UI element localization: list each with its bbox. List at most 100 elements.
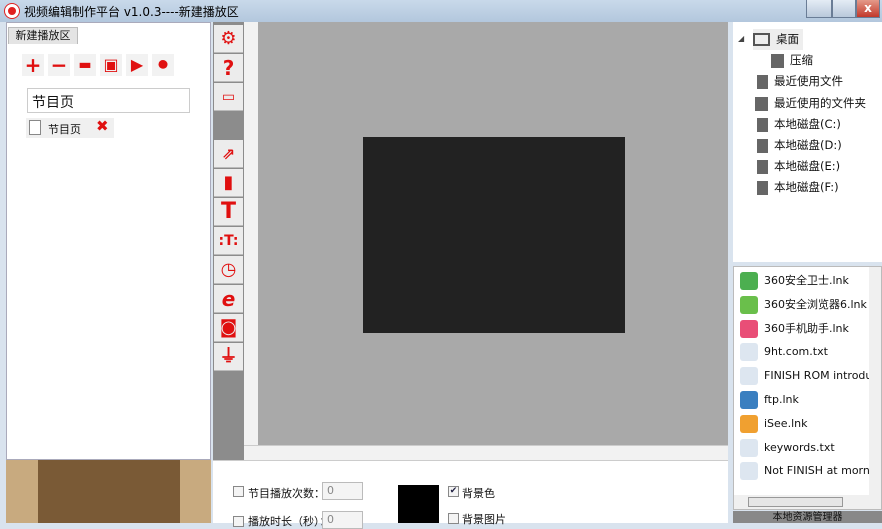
page-icon[interactable]: ▮ <box>214 169 243 197</box>
tree-item[interactable]: 本地磁盘(F:) <box>757 177 839 198</box>
text-frame-icon[interactable]: :T: <box>214 227 243 255</box>
monitor-icon <box>753 33 770 46</box>
shortcut-icon <box>740 462 758 481</box>
text-file-icon <box>740 343 758 362</box>
folder-open-icon[interactable]: ▬ <box>74 54 96 76</box>
shortcut-icon <box>740 367 758 386</box>
tree-item-label: 本地磁盘(F:) <box>774 180 839 194</box>
clock-icon[interactable]: ◷ <box>214 256 243 284</box>
tree-item[interactable]: 本地磁盘(C:) <box>757 114 841 135</box>
duration-input[interactable]: 0 <box>322 511 363 529</box>
file-item[interactable]: Not FINISH at morning. <box>734 459 881 483</box>
file-item-label: 360手机助手.lnk <box>764 321 849 335</box>
file-item[interactable]: keywords.txt <box>734 436 881 460</box>
file-item-label: keywords.txt <box>764 440 835 454</box>
bg-image-checkbox[interactable] <box>448 513 459 524</box>
page-item-label: 节目页 <box>48 123 81 136</box>
gear-icon[interactable]: ⚙ <box>214 25 243 53</box>
duration-checkbox[interactable] <box>233 516 244 527</box>
file-item-label: iSee.lnk <box>764 416 808 430</box>
bg-color-label: 背景色 <box>462 487 495 500</box>
file-item[interactable]: 9ht.com.txt <box>734 340 881 364</box>
play-count-checkbox[interactable] <box>233 486 244 497</box>
duration-label: 播放时长（秒）： <box>248 515 331 528</box>
disk-icon <box>757 159 768 174</box>
screen-preview[interactable] <box>363 137 625 333</box>
window-icon[interactable]: ▭ <box>214 83 243 111</box>
delete-icon[interactable]: ✖ <box>96 117 109 135</box>
page-name-input[interactable]: 节目页 <box>27 88 190 113</box>
disk-icon <box>757 138 768 153</box>
file-list-hscrollbar[interactable] <box>734 495 881 509</box>
help-icon[interactable]: ? <box>214 54 243 82</box>
save-icon[interactable]: ▣ <box>100 54 122 76</box>
file-icon <box>757 74 768 89</box>
maximize-button[interactable] <box>832 0 856 18</box>
scroll-thumb[interactable] <box>748 497 843 507</box>
play-count-label: 节目播放次数： <box>248 487 325 500</box>
play-count-input[interactable]: 0 <box>322 482 363 500</box>
folder-tree: ◢ 桌面 压缩 最近使用文件 最近使用的文件夹 本地磁盘(C:) 本地磁盘(D:… <box>733 22 882 262</box>
tree-item[interactable]: 桌面 <box>753 29 803 50</box>
camera-icon[interactable]: ◙ <box>214 314 243 342</box>
play-icon[interactable]: ▶ <box>126 54 148 76</box>
disk-icon <box>757 117 768 132</box>
file-list-vscrollbar[interactable] <box>869 267 881 495</box>
stop-icon[interactable]: ⏺ <box>152 54 174 76</box>
page-icon <box>29 120 41 135</box>
tab-new-playlist[interactable]: 新建播放区 <box>8 27 78 44</box>
browser-icon[interactable]: e <box>214 285 243 313</box>
file-item-label: ftp.lnk <box>764 392 799 406</box>
tree-item-label: 最近使用的文件夹 <box>774 96 866 110</box>
file-item-label: FINISH ROM introductio <box>764 369 882 383</box>
file-item-label: 360安全卫士.lnk <box>764 274 849 287</box>
file-item-label: 360安全浏览器6.lnk <box>764 297 867 311</box>
file-item[interactable]: ftp.lnk <box>734 388 881 412</box>
tree-item-label: 本地磁盘(C:) <box>774 117 841 131</box>
file-item-label: 9ht.com.txt <box>764 345 828 359</box>
text-file-icon <box>740 438 758 457</box>
plus-icon[interactable]: + <box>22 54 44 76</box>
tree-item[interactable]: 压缩 <box>771 50 813 71</box>
folder-icon <box>755 96 768 111</box>
tree-item-label: 本地磁盘(D:) <box>774 138 842 152</box>
file-item[interactable]: 360安全卫士.lnk <box>734 269 881 293</box>
expand-arrow-icon[interactable]: ◢ <box>738 34 744 43</box>
shortcut-icon <box>740 272 758 290</box>
tree-item[interactable]: 最近使用的文件夹 <box>755 93 866 114</box>
folder-icon <box>771 53 784 68</box>
file-list: 360安全卫士.lnk 360安全浏览器6.lnk 360手机助手.lnk 9ht.c… <box>733 266 882 510</box>
plug-icon[interactable]: ⏚ <box>214 343 243 371</box>
minimize-button[interactable] <box>806 0 832 18</box>
background-color-swatch[interactable] <box>398 485 439 523</box>
page-list-item[interactable]: 节目页 ✖ <box>26 117 114 138</box>
tree-item-label: 最近使用文件 <box>774 74 843 88</box>
shortcut-icon <box>740 319 758 338</box>
shortcut-icon <box>740 295 758 314</box>
minus-icon[interactable]: − <box>48 54 70 76</box>
export-icon[interactable]: ⇗ <box>214 140 243 168</box>
resource-manager-label: 本地资源管理器 <box>733 511 882 523</box>
preview-thumbnail-center <box>38 460 180 523</box>
file-item[interactable]: 360手机助手.lnk <box>734 317 881 341</box>
bg-color-checkbox[interactable]: ✔ <box>448 486 459 497</box>
tree-item-label: 桌面 <box>776 32 799 46</box>
horizontal-scrollbar[interactable] <box>244 445 728 460</box>
app-logo-icon <box>5 4 19 18</box>
tree-item-label: 压缩 <box>790 53 813 67</box>
text-icon[interactable]: T <box>214 198 243 226</box>
tree-item[interactable]: 本地磁盘(E:) <box>757 156 840 177</box>
file-item-label: Not FINISH at morning. <box>764 464 882 478</box>
file-item[interactable]: 360安全浏览器6.lnk <box>734 293 881 317</box>
tree-item-label: 本地磁盘(E:) <box>774 159 841 173</box>
bg-image-label: 背景图片 <box>462 513 506 526</box>
vertical-scrollbar[interactable] <box>244 22 258 445</box>
shortcut-icon <box>740 414 758 433</box>
disk-icon <box>757 180 768 195</box>
tree-item[interactable]: 最近使用文件 <box>757 71 843 92</box>
file-item[interactable]: FINISH ROM introductio <box>734 364 881 388</box>
file-item[interactable]: iSee.lnk <box>734 412 881 436</box>
tree-item[interactable]: 本地磁盘(D:) <box>757 135 842 156</box>
close-button[interactable]: x <box>856 0 880 18</box>
window-title: 视频编辑制作平台 v1.0.3----新建播放区 <box>24 5 239 19</box>
